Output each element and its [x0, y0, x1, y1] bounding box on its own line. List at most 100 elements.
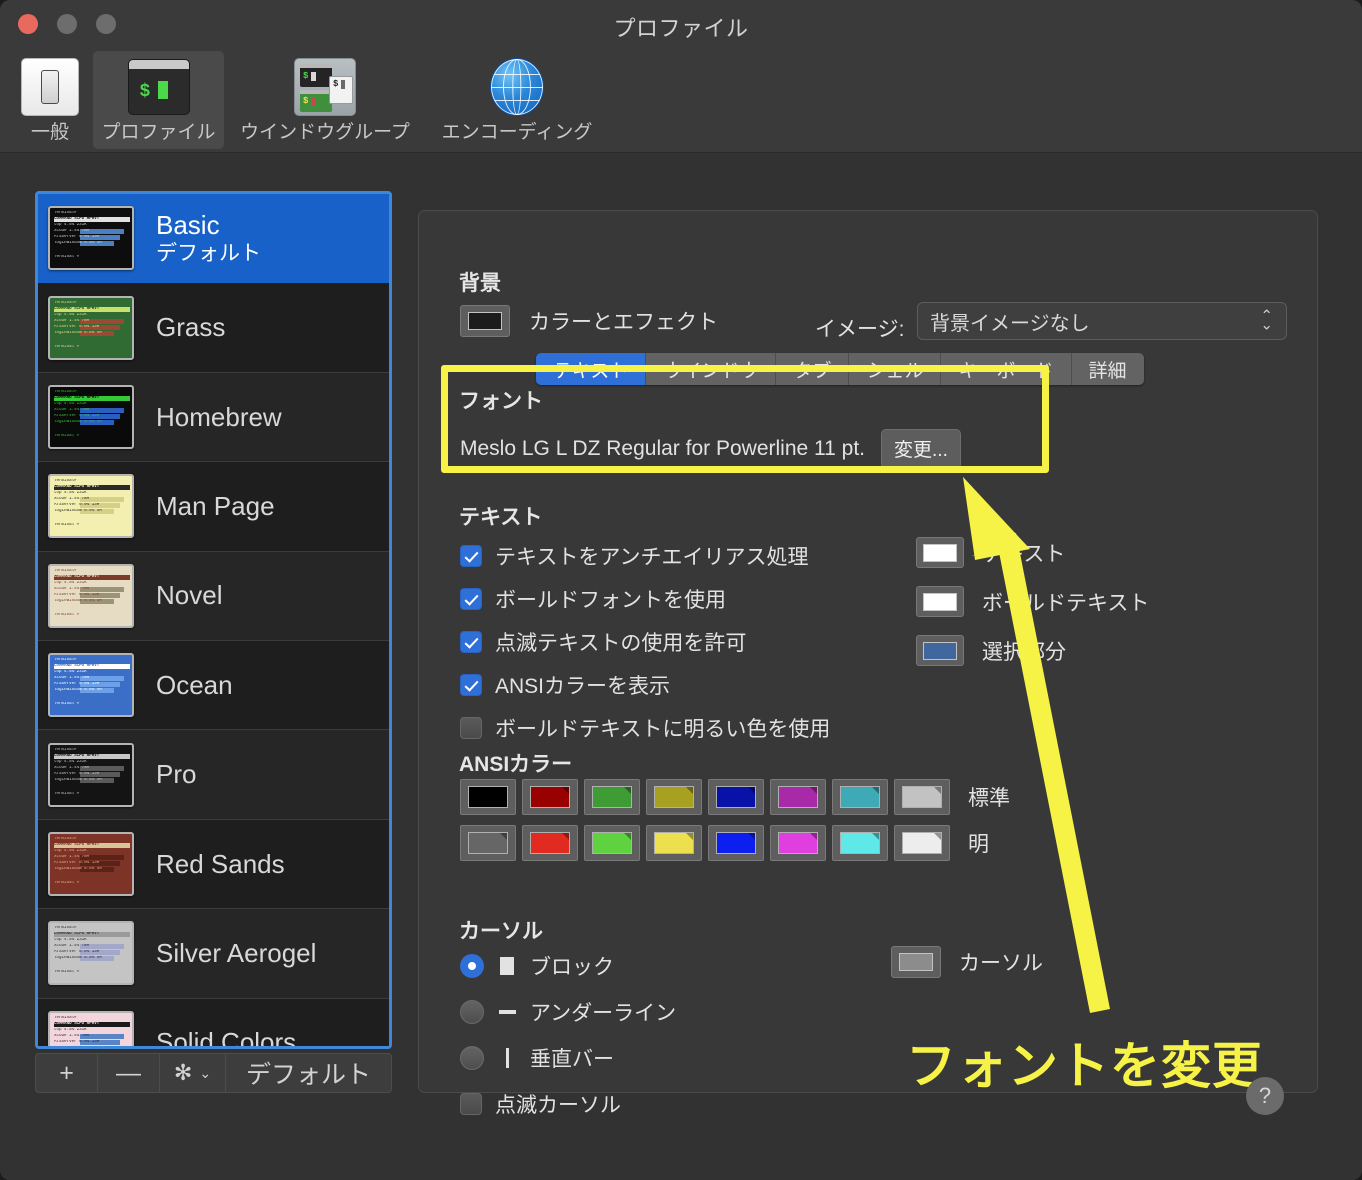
ansi-color-well[interactable]	[894, 779, 950, 815]
tab-2[interactable]: ウインドウ	[646, 353, 777, 385]
profile-list-item[interactable]: Terminal# COMMAND %CPU RPRVT top 4.5% 231K…	[38, 283, 389, 373]
radio-button[interactable]	[460, 1046, 484, 1070]
cursor-color-well[interactable]	[891, 946, 941, 978]
cursor-color-label: カーソル	[959, 952, 1043, 975]
blink-cursor-row[interactable]: 点滅カーソル	[460, 1089, 676, 1119]
profile-list-item[interactable]: Terminal# COMMAND %CPU RPRVT top 4.5% 231K…	[38, 819, 389, 910]
ansi-color-well[interactable]	[460, 825, 516, 861]
ansi-color-well[interactable]	[522, 779, 578, 815]
cursor-style-option[interactable]: アンダーライン	[460, 997, 676, 1027]
thumbnail-text-line: top 4.5% 231K	[54, 938, 87, 943]
help-button[interactable]: ?	[1246, 1077, 1284, 1115]
ansi-color-well[interactable]	[832, 825, 888, 861]
ansi-color-well[interactable]	[770, 825, 826, 861]
tab-6[interactable]: 詳細	[1071, 353, 1144, 385]
text-color-well[interactable]	[916, 635, 964, 666]
text-color-row: ボールドテキスト	[916, 586, 1149, 617]
ansi-row-label: 標準	[968, 787, 1010, 810]
text-color-well[interactable]	[916, 537, 964, 568]
ansi-color-well[interactable]	[522, 825, 578, 861]
toolbar-item-1[interactable]: 一般	[14, 51, 86, 149]
text-option-row[interactable]: ボールドフォントを使用	[460, 584, 830, 614]
ansi-color-well[interactable]	[770, 779, 826, 815]
checkbox[interactable]	[460, 545, 482, 567]
settings-pane: 背景 カラーとエフェクト イメージ: 背景イメージなし ⌃ ⌄ フォント Mesl…	[418, 210, 1318, 1117]
thumbnail-text-line: Xcode 1.4% 78M	[54, 407, 90, 412]
set-default-button[interactable]: デフォルト	[226, 1054, 391, 1092]
text-option-row[interactable]: ANSIカラーを表示	[460, 670, 830, 700]
thumbnail-text-line: Xcode 1.4% 78M	[54, 229, 90, 234]
profile-list-item[interactable]: Terminal# COMMAND %CPU RPRVT top 4.5% 231K…	[38, 551, 389, 641]
background-color-well[interactable]	[460, 305, 510, 337]
cursor-style-option[interactable]: 垂直バー	[460, 1043, 676, 1073]
toolbar-item-4[interactable]: エンコーディング	[432, 51, 602, 149]
profile-name: Ocean	[156, 669, 233, 700]
remove-profile-button[interactable]: —	[98, 1054, 160, 1092]
tab-3[interactable]: タブ	[776, 353, 850, 385]
text-option-row[interactable]: 点滅テキストの使用を許可	[460, 627, 830, 657]
toolbar-item-3[interactable]: ウインドウグループ	[232, 51, 418, 149]
checkbox[interactable]	[460, 588, 482, 610]
text-color-well[interactable]	[916, 586, 964, 617]
profile-actions-menu-button[interactable]: ✻ ⌄	[160, 1054, 226, 1092]
text-option-label: ANSIカラーを表示	[495, 675, 671, 698]
thumbnail-text-line: COMMAND %CPU RPRVT	[54, 932, 130, 938]
toolbar-item-2[interactable]: $ プロファイル	[93, 51, 224, 149]
thumbnail-text-line: COMMAND %CPU RPRVT	[54, 395, 130, 401]
cursor-style-group: ブロックアンダーライン 垂直バー点滅カーソル	[460, 951, 676, 1132]
ansi-color-well[interactable]	[832, 779, 888, 815]
profile-list-item[interactable]: Terminal# COMMAND %CPU RPRVT top 4.5% 231K…	[38, 372, 389, 463]
add-profile-button[interactable]: +	[36, 1054, 98, 1092]
thumbnail-text-line: Terminal #	[54, 344, 80, 349]
profile-list-item[interactable]: Terminal# COMMAND %CPU RPRVT top 4.5% 231K…	[38, 909, 389, 999]
thumbnail-text-line: Xcode 1.4% 78M	[54, 765, 90, 770]
checkbox[interactable]	[460, 717, 482, 739]
ansi-color-well[interactable]	[460, 779, 516, 815]
ansi-color-well[interactable]	[708, 825, 764, 861]
ansi-color-well[interactable]	[708, 779, 764, 815]
tab-5[interactable]: キーボード	[941, 353, 1072, 385]
tab-4[interactable]: シェル	[849, 353, 942, 385]
radio-button[interactable]	[460, 954, 484, 978]
cursor-style-option[interactable]: ブロック	[460, 951, 676, 981]
ansi-color-well[interactable]	[584, 779, 640, 815]
profile-list-item[interactable]: Terminal# COMMAND %CPU RPRVT top 4.5% 231K…	[38, 730, 389, 820]
thumbnail-text-line: ATSServer 0.0% 13M	[54, 324, 100, 329]
thumbnail-text-line: ATSServer 0.0% 13M	[54, 860, 100, 865]
ansi-color-well[interactable]	[646, 825, 702, 861]
blink-cursor-label: 点滅カーソル	[495, 1094, 621, 1117]
text-option-row[interactable]: テキストをアンチエイリアス処理	[460, 541, 830, 571]
background-image-select[interactable]: 背景イメージなし ⌃ ⌄	[917, 302, 1287, 340]
font-value-label: Meslo LG L DZ Regular for Powerline 11 p…	[460, 437, 866, 460]
profile-default-badge: デフォルト	[156, 241, 261, 265]
checkbox[interactable]	[460, 631, 482, 653]
profile-list-item[interactable]: Terminal# COMMAND %CPU RPRVT top 4.5% 231K…	[38, 194, 389, 284]
profile-name: Red Sands	[156, 848, 285, 879]
ansi-color-well[interactable]	[646, 779, 702, 815]
profile-list-item[interactable]: Terminal# COMMAND %CPU RPRVT top 4.5% 231K…	[38, 998, 389, 1046]
profile-thumbnail: Terminal# COMMAND %CPU RPRVT top 4.5% 231K…	[48, 295, 134, 360]
profile-thumbnail: Terminal# COMMAND %CPU RPRVT top 4.5% 231K…	[48, 653, 134, 718]
thumbnail-text-line: COMMAND %CPU RPRVT	[54, 485, 130, 491]
ansi-color-well[interactable]	[894, 825, 950, 861]
thumbnail-text-line: Terminal #	[54, 523, 80, 528]
ansi-color-well[interactable]	[584, 825, 640, 861]
profile-thumbnail: Terminal# COMMAND %CPU RPRVT top 4.5% 231K…	[48, 206, 134, 271]
text-option-label: 点滅テキストの使用を許可	[495, 632, 747, 655]
checkbox[interactable]	[460, 674, 482, 696]
background-image-value: 背景イメージなし	[930, 312, 1090, 335]
thumbnail-text-line: Terminal#	[54, 1015, 77, 1020]
profile-list[interactable]: Terminal# COMMAND %CPU RPRVT top 4.5% 231K…	[35, 191, 392, 1049]
thumbnail-text-line: Terminal #	[54, 970, 80, 975]
radio-button[interactable]	[460, 1000, 484, 1024]
change-font-button[interactable]: 変更...	[881, 429, 961, 469]
checkbox[interactable]	[460, 1093, 482, 1115]
profile-list-item[interactable]: Terminal# COMMAND %CPU RPRVT top 4.5% 231K…	[38, 462, 389, 552]
tab-1[interactable]: テキスト	[536, 353, 647, 385]
text-option-row[interactable]: ボールドテキストに明るい色を使用	[460, 713, 830, 743]
profile-list-item[interactable]: Terminal# COMMAND %CPU RPRVT top 4.5% 231K…	[38, 640, 389, 731]
settings-tab-bar: テキスト ウインドウ タブ シェル キーボード 詳細	[536, 353, 1144, 385]
ansi-color-grid: 標準明	[460, 779, 1010, 871]
thumbnail-text-line: Xcode 1.4% 78M	[54, 318, 90, 323]
gear-icon: ✻	[173, 1060, 193, 1085]
